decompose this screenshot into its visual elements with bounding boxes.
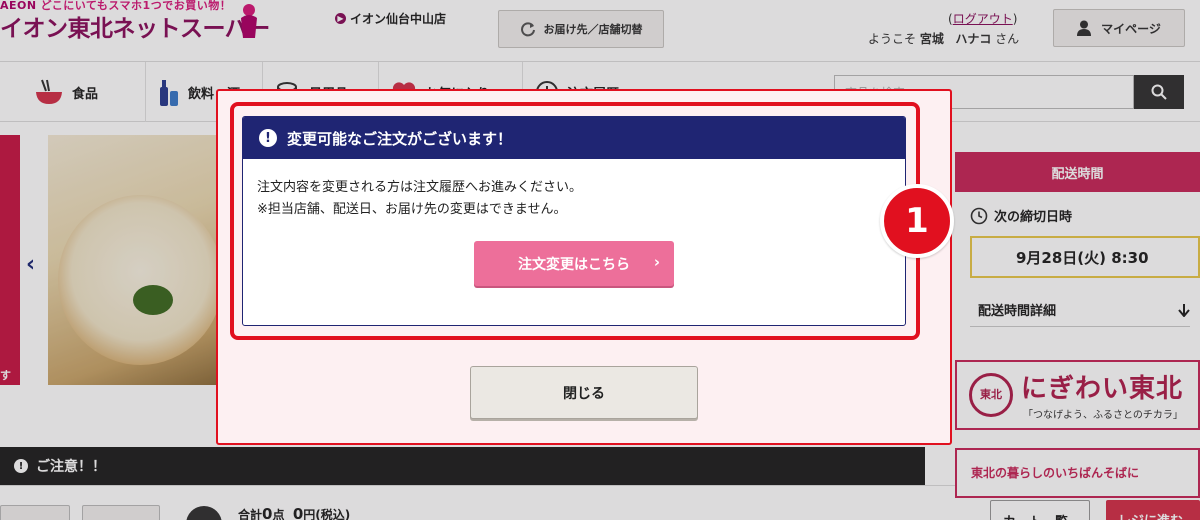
annotation-highlight-box (230, 102, 920, 340)
close-button[interactable]: 閉じる (470, 366, 698, 419)
step-number-badge: 1 (880, 184, 954, 258)
